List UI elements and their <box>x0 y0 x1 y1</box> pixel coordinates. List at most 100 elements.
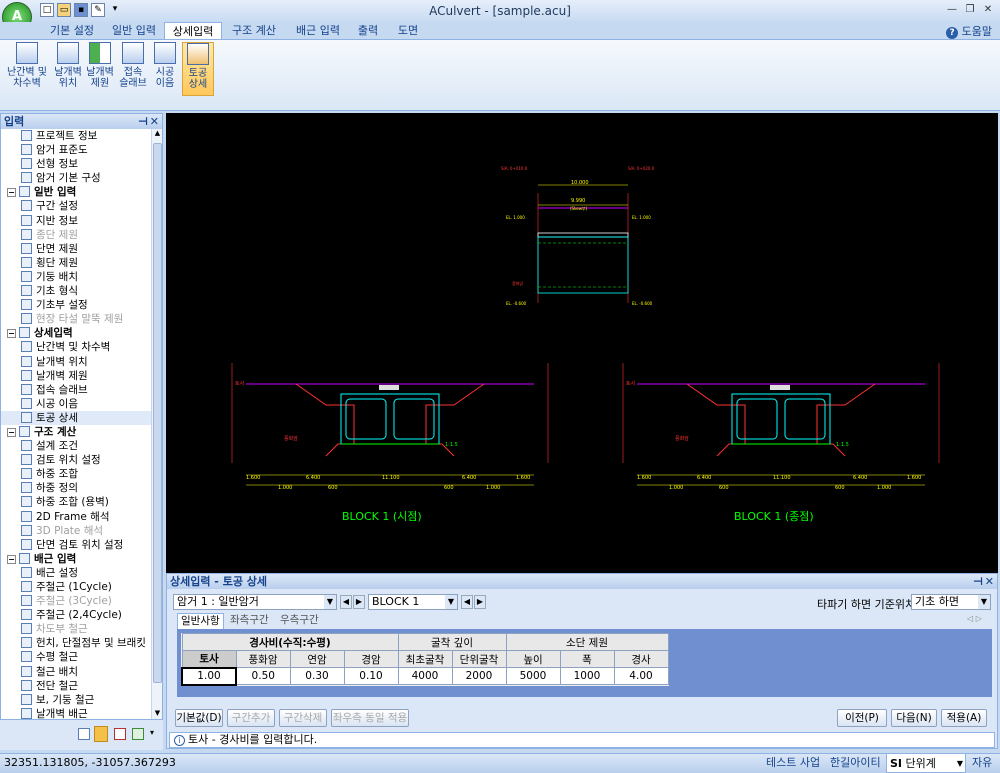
tab-drawing[interactable]: 도면 <box>390 22 426 39</box>
ribbon-wingwall-spec-button[interactable]: 날개벽 제원 <box>84 42 116 96</box>
tree-item[interactable]: 주철근 (1Cycle) <box>1 580 151 594</box>
output-view-icon[interactable] <box>114 728 126 740</box>
tree-item[interactable]: 차도부 철근 <box>1 622 151 636</box>
tree-item[interactable]: 하중 조합 <box>1 467 151 481</box>
cell-tosa[interactable]: 1.00 <box>181 666 237 686</box>
subtab-scroll-icon[interactable]: ◁ ▷ <box>967 614 982 623</box>
restore-icon[interactable]: ❐ <box>962 3 978 17</box>
collapse-icon[interactable]: − <box>7 188 16 198</box>
apply-both-sides-button[interactable]: 좌우측 동일 적용 <box>331 709 409 727</box>
tree-group[interactable]: − 구조 계산 <box>1 425 151 439</box>
new-file-icon[interactable]: □ <box>40 3 54 17</box>
tree-item[interactable]: 기초 형식 <box>1 284 151 298</box>
tree-item[interactable]: 보, 기둥 철근 <box>1 693 151 707</box>
tree-item[interactable]: 날개벽 위치 <box>1 355 151 369</box>
tab-structural-calc[interactable]: 구조 계산 <box>224 22 284 39</box>
previous-button[interactable]: 이전(P) <box>837 709 887 727</box>
scroll-down-icon[interactable]: ▼ <box>153 709 162 719</box>
panel-close-icon[interactable]: ✕ <box>150 114 159 129</box>
culvert-select[interactable]: 암거 1 : 일반암거 ▼ <box>173 594 337 610</box>
tree-item[interactable]: 주철근 (3Cycle) <box>1 594 151 608</box>
quick-access-dropdown-icon[interactable]: ▾ <box>108 3 122 17</box>
tree-item[interactable]: 검토 위치 설정 <box>1 453 151 467</box>
detail-pin-icon[interactable]: ⊣ <box>973 574 983 589</box>
tab-basic-settings[interactable]: 기본 설정 <box>42 22 102 39</box>
tree-item[interactable]: 기둥 배치 <box>1 270 151 284</box>
scroll-thumb[interactable] <box>153 143 162 683</box>
collapse-icon[interactable]: − <box>7 329 16 339</box>
tree-item[interactable]: 하중 조합 (용벽) <box>1 495 151 509</box>
drawing-view-icon[interactable] <box>132 728 144 740</box>
block-prev-icon[interactable]: ◀ <box>461 595 473 609</box>
tree-item[interactable]: 전단 철근 <box>1 679 151 693</box>
tree-item[interactable]: 2D Frame 해석 <box>1 510 151 524</box>
close-icon[interactable]: ✕ <box>980 3 996 17</box>
edit-icon[interactable]: ✎ <box>91 3 105 17</box>
ribbon-earthwork-detail-button[interactable]: 토공 상세 <box>182 42 214 96</box>
ribbon-wingwall-position-button[interactable]: 날개벽 위치 <box>52 42 84 96</box>
tab-output[interactable]: 출력 <box>350 22 386 39</box>
tree-item[interactable]: 프로젝트 정보 <box>1 129 151 143</box>
subtab-left-section[interactable]: 좌측구간 <box>227 613 272 629</box>
cell-pungwha[interactable]: 0.50 <box>235 667 291 685</box>
tree-item[interactable]: 날개벽 제원 <box>1 369 151 383</box>
tree-item[interactable]: 토공 상세 <box>1 410 151 425</box>
tree-item[interactable]: 지반 정보 <box>1 214 151 228</box>
tree-item[interactable]: 구간 설정 <box>1 199 151 213</box>
tree-group[interactable]: − 일반 입력 <box>1 185 151 199</box>
block-select[interactable]: BLOCK 1 ▼ <box>368 594 458 610</box>
ribbon-construction-joint-button[interactable]: 시공 이음 <box>151 42 179 96</box>
tree-item[interactable]: 난간벽 및 차수벽 <box>1 340 151 354</box>
tree-item[interactable]: 설계 조건 <box>1 439 151 453</box>
tree-item[interactable]: 종단 제원 <box>1 228 151 242</box>
cell-initial-excavation[interactable]: 4000 <box>397 667 453 685</box>
tree-item[interactable]: 3D Plate 해석 <box>1 524 151 538</box>
tree-item[interactable]: 수평 철근 <box>1 650 151 664</box>
culvert-prev-icon[interactable]: ◀ <box>340 595 352 609</box>
tree-group[interactable]: − 상세입력 <box>1 326 151 340</box>
subtab-general[interactable]: 일반사항 <box>177 613 224 629</box>
reference-position-select[interactable]: 기초 하면 ▼ <box>911 594 991 610</box>
tree-item[interactable]: 시공 이음 <box>1 397 151 411</box>
tab-detail-input[interactable]: 상세입력 <box>164 22 222 39</box>
tab-rebar-input[interactable]: 배근 입력 <box>288 22 348 39</box>
minimize-icon[interactable]: — <box>944 3 960 17</box>
cell-height[interactable]: 5000 <box>505 667 561 685</box>
tree-item[interactable]: 철근 배치 <box>1 665 151 679</box>
cell-slope[interactable]: 4.00 <box>613 667 669 685</box>
tree-item[interactable]: 단면 검토 위치 설정 <box>1 538 151 552</box>
pin-icon[interactable]: ⊣ <box>138 114 148 129</box>
tree-item[interactable]: 현장 타설 말뚝 제원 <box>1 312 151 326</box>
block-next-icon[interactable]: ▶ <box>474 595 486 609</box>
open-folder-icon[interactable]: ▭ <box>57 3 71 17</box>
ribbon-parapet-cutoff-button[interactable]: 난간벽 및 차수벽 <box>4 42 50 96</box>
delete-section-button[interactable]: 구간삭제 <box>279 709 327 727</box>
help-button[interactable]: ? 도움말 <box>946 23 992 39</box>
save-icon[interactable]: ▪ <box>74 3 88 17</box>
cell-unit-excavation[interactable]: 2000 <box>451 667 507 685</box>
subtab-right-section[interactable]: 우측구간 <box>277 613 322 629</box>
ribbon-approach-slab-button[interactable]: 접속 슬래브 <box>116 42 150 96</box>
next-button[interactable]: 다음(N) <box>891 709 937 727</box>
tree-item[interactable]: 암거 기본 구성 <box>1 171 151 185</box>
tree-group[interactable]: − 배근 입력 <box>1 552 151 566</box>
default-value-button[interactable]: 기본값(D) <box>175 709 223 727</box>
collapse-icon[interactable]: − <box>7 427 16 437</box>
tree-item[interactable]: 하중 정의 <box>1 481 151 495</box>
toolbar-more-icon[interactable]: ▾ <box>150 728 154 737</box>
tree-item[interactable]: 단면 제원 <box>1 242 151 256</box>
tree-item[interactable]: 헌치, 단절점부 및 브래킷 <box>1 636 151 650</box>
cad-drawing-canvas[interactable]: SIA. 0+010.0 SIA. 0+020.0 10.000 9.990 (… <box>166 113 998 573</box>
unit-system-select[interactable]: SI 단위계 ▼ <box>886 753 966 773</box>
input-view-icon[interactable] <box>94 726 108 742</box>
tree-item[interactable]: 암거 표준도 <box>1 143 151 157</box>
detail-close-icon[interactable]: ✕ <box>985 574 994 589</box>
tab-general-input[interactable]: 일반 입력 <box>104 22 164 39</box>
tree-item[interactable]: 횡단 제원 <box>1 256 151 270</box>
tree-item[interactable]: 날개벽 배근 <box>1 707 151 719</box>
tree-view-icon[interactable] <box>78 728 90 740</box>
tree-item[interactable]: 선형 정보 <box>1 157 151 171</box>
culvert-next-icon[interactable]: ▶ <box>353 595 365 609</box>
collapse-icon[interactable]: − <box>7 554 16 564</box>
apply-button[interactable]: 적용(A) <box>941 709 987 727</box>
